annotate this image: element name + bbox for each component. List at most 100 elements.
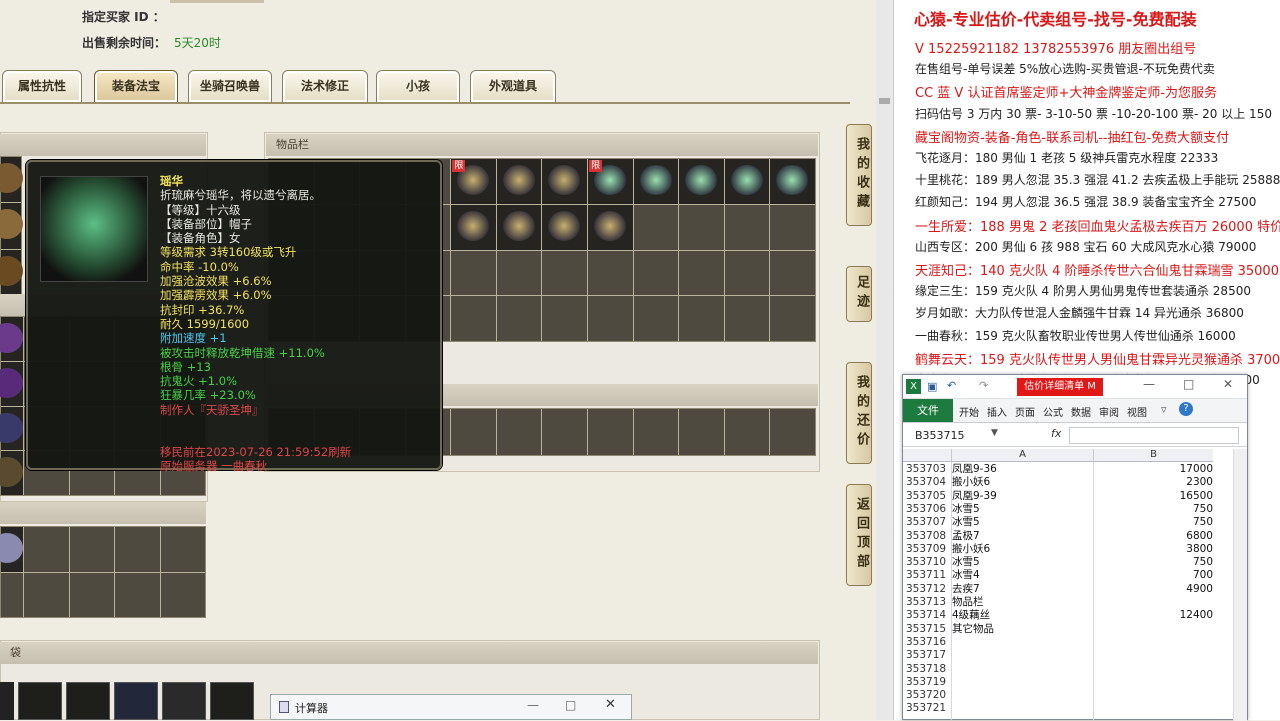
ribbon-home[interactable]: 开始	[959, 404, 979, 419]
cell-a[interactable]: 去疾7	[952, 583, 1092, 596]
close-icon[interactable]: ✕	[605, 697, 616, 712]
equipped-slot[interactable]	[0, 361, 23, 406]
table-row[interactable]: 353707 冰雪5 750	[903, 516, 1247, 529]
ribbon-page[interactable]: 页面	[1015, 404, 1035, 419]
cell-a[interactable]: 冰雪4	[952, 569, 1092, 582]
table-row[interactable]: 353709 搬小妖6 3800	[903, 543, 1247, 556]
table-row[interactable]: 353704 搬小妖6 2300	[903, 476, 1247, 489]
cell-b[interactable]: 6800	[1093, 530, 1213, 543]
maximize-icon[interactable]: □	[1183, 377, 1194, 391]
cell-a[interactable]: 凤凰9-36	[952, 463, 1092, 476]
table-row[interactable]: 353708 孟极7 6800	[903, 530, 1247, 543]
ribbon-data[interactable]: 数据	[1071, 404, 1091, 419]
equipped-slot[interactable]	[0, 203, 23, 249]
cell-b[interactable]: 750	[1093, 503, 1213, 516]
cell-a[interactable]: 凤凰9-39	[952, 490, 1092, 503]
column-a-header[interactable]: A	[951, 449, 1093, 462]
name-box[interactable]: B353715	[915, 428, 993, 444]
cell-b[interactable]: 16500	[1093, 490, 1213, 503]
cell-a[interactable]: 冰雪5	[952, 516, 1092, 529]
cell-a[interactable]: 冰雪5	[952, 503, 1092, 516]
equipped-slot[interactable]	[0, 451, 23, 495]
maximize-icon[interactable]: □	[565, 698, 576, 712]
chevron-down-icon[interactable]: ▼	[991, 428, 998, 438]
cell-b[interactable]: 700	[1093, 569, 1213, 582]
footprint-button[interactable]: 足迹	[846, 266, 872, 322]
cell-b[interactable]: 17000	[1093, 463, 1213, 476]
tab-appearance[interactable]: 外观道具	[470, 70, 556, 103]
inventory-item[interactable]: 限	[451, 159, 496, 204]
table-row[interactable]: 353717	[903, 649, 1247, 662]
cell-b[interactable]: 4900	[1093, 583, 1213, 596]
table-row[interactable]: 353720	[903, 689, 1247, 702]
cell-b[interactable]: 2300	[1093, 476, 1213, 489]
ribbon-formula[interactable]: 公式	[1043, 404, 1063, 419]
minimize-icon[interactable]: —	[1143, 377, 1155, 391]
cell-a[interactable]: 物品栏	[952, 596, 1092, 609]
inventory-item[interactable]	[542, 204, 588, 250]
corner-cell[interactable]	[903, 449, 951, 462]
table-row[interactable]: 353716	[903, 636, 1247, 649]
cell-a[interactable]: 冰雪5	[952, 556, 1092, 569]
minimize-icon[interactable]: —	[527, 698, 539, 712]
bag-item[interactable]	[0, 682, 14, 720]
inventory-item[interactable]	[451, 204, 496, 250]
tab-mounts-pets[interactable]: 坐骑召唤兽	[188, 70, 272, 103]
inventory-item[interactable]	[542, 159, 588, 204]
back-to-top-button[interactable]: 返回顶部	[846, 484, 872, 586]
equipped-slot[interactable]	[0, 157, 23, 203]
column-b-header[interactable]: B	[1093, 449, 1213, 462]
scroll-thumb[interactable]	[879, 98, 890, 104]
ribbon-file[interactable]: 文件	[903, 399, 953, 422]
table-row[interactable]: 353710 冰雪5 750	[903, 556, 1247, 569]
tab-attributes[interactable]: 属性抗性	[2, 70, 82, 103]
cell-a[interactable]: 4级藕丝	[952, 609, 1092, 622]
cell-b[interactable]: 750	[1093, 556, 1213, 569]
cell-b[interactable]: 3800	[1093, 543, 1213, 556]
inventory-item[interactable]	[770, 159, 815, 204]
calculator-window[interactable]: 计算器 — □ ✕	[270, 694, 632, 720]
inventory-item[interactable]	[588, 204, 633, 250]
undo-icon[interactable]: ↶	[947, 379, 956, 392]
inventory-item[interactable]	[679, 159, 724, 204]
cell-a[interactable]: 搬小妖6	[952, 543, 1092, 556]
table-row[interactable]: 353705 凤凰9-39 16500	[903, 490, 1247, 503]
inventory-item[interactable]	[496, 204, 542, 250]
table-row[interactable]: 353711 冰雪4 700	[903, 569, 1247, 582]
table-row[interactable]: 353714 4级藕丝 12400	[903, 609, 1247, 622]
tab-equipment[interactable]: 装备法宝	[94, 70, 178, 103]
bag-item[interactable]	[18, 682, 62, 720]
bag-item[interactable]	[114, 682, 158, 720]
tab-spell-correction[interactable]: 法术修正	[282, 70, 368, 103]
tab-child[interactable]: 小孩	[376, 70, 460, 103]
scrollbar[interactable]	[876, 0, 894, 720]
equipped-slot[interactable]	[0, 249, 23, 295]
pet-slot[interactable]	[0, 527, 23, 572]
ribbon-view[interactable]: 视图	[1127, 404, 1147, 419]
formula-input[interactable]	[1069, 427, 1239, 444]
cell-a[interactable]: 搬小妖6	[952, 476, 1092, 489]
cell-a[interactable]: 其它物品	[952, 623, 1092, 636]
table-row[interactable]: 353719	[903, 676, 1247, 689]
bag-item[interactable]	[210, 682, 254, 720]
cell-a[interactable]: 孟极7	[952, 530, 1092, 543]
inventory-item[interactable]	[724, 159, 770, 204]
my-counteroffer-button[interactable]: 我的还价	[846, 362, 872, 464]
table-row[interactable]: 353712 去疾7 4900	[903, 583, 1247, 596]
inventory-item[interactable]: 限	[588, 159, 633, 204]
equipped-slot[interactable]	[0, 406, 23, 451]
redo-icon[interactable]: ↷	[979, 379, 988, 392]
chevron-down-icon[interactable]: ▿	[1161, 403, 1167, 416]
cell-b[interactable]: 750	[1093, 516, 1213, 529]
inventory-item[interactable]	[496, 159, 542, 204]
table-row[interactable]: 353715 其它物品	[903, 623, 1247, 636]
table-row[interactable]: 353706 冰雪5 750	[903, 503, 1247, 516]
save-icon[interactable]: ▣	[927, 380, 937, 393]
bag-item[interactable]	[66, 682, 110, 720]
close-icon[interactable]: ✕	[1223, 377, 1233, 391]
inventory-item[interactable]	[633, 159, 679, 204]
fx-icon[interactable]: fx	[1051, 427, 1061, 440]
table-row[interactable]: 353718	[903, 663, 1247, 676]
cell-b[interactable]: 12400	[1093, 609, 1213, 622]
my-favorites-button[interactable]: 我的收藏	[846, 124, 872, 226]
